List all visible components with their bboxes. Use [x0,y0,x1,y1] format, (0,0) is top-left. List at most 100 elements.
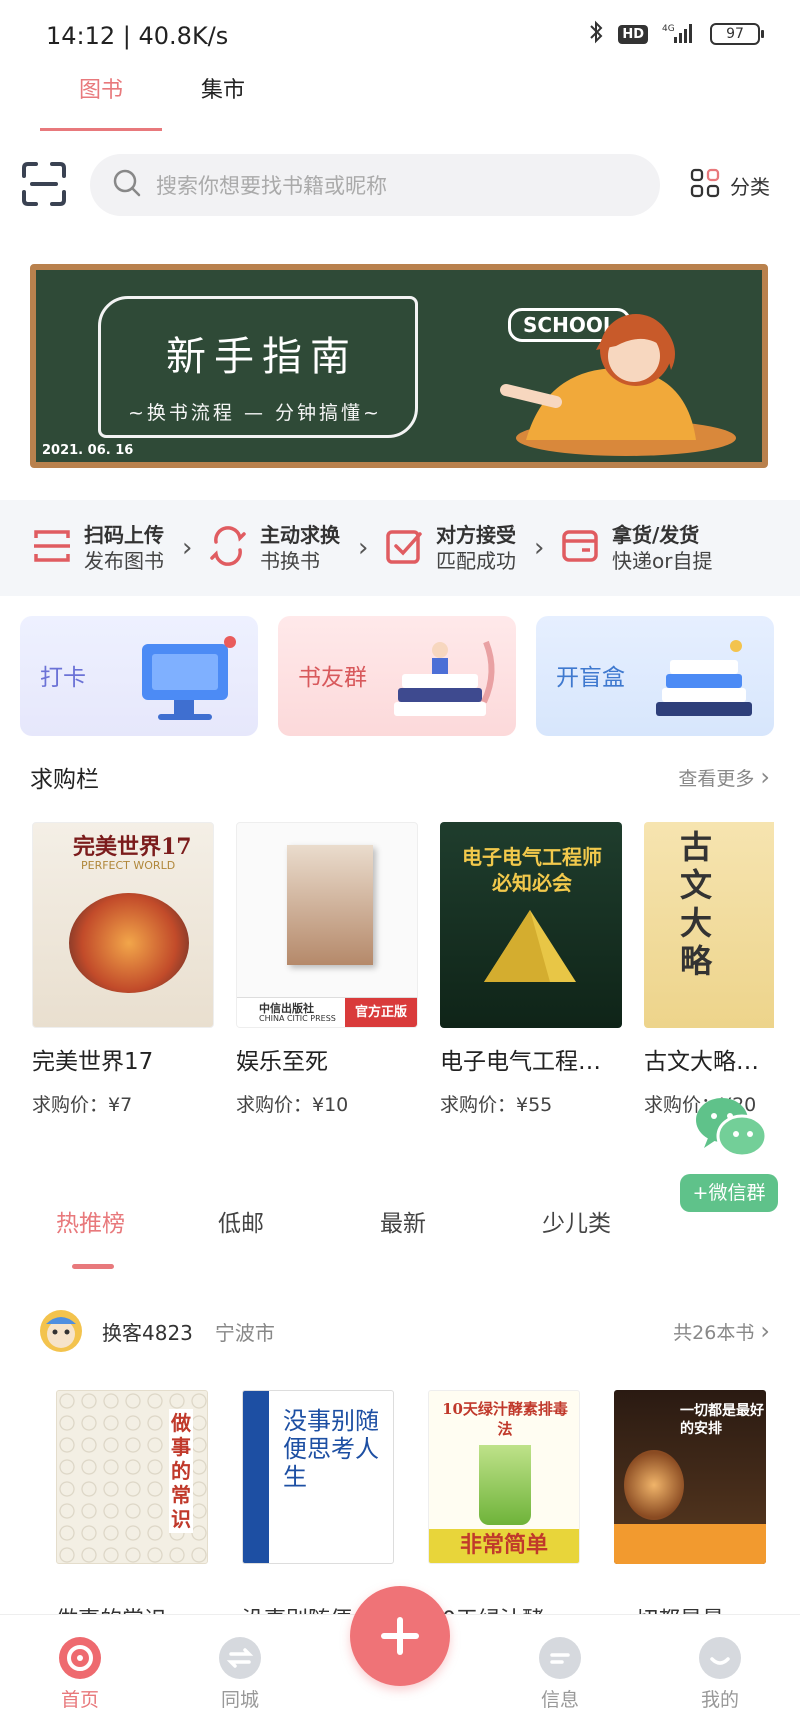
book-club-card[interactable]: 书友群 [278,616,516,736]
scan-icon[interactable] [20,160,68,208]
nav-profile[interactable]: 我的 [680,1637,760,1712]
book-cover[interactable]: 一切都是最好的安排 [614,1390,766,1564]
step-sub: 快递or自提 [612,549,713,573]
tab-newest[interactable]: 最新 [380,1204,542,1238]
cover-title: 没事别随便思考人生 [283,1407,379,1491]
book-cover[interactable]: 做事的常识 [56,1390,208,1564]
profile-icon [699,1637,741,1679]
wish-book-price: 求购价：¥10 [236,1094,349,1116]
user-row[interactable]: 换客4823 宁波市 共26本书 › [40,1310,770,1352]
cover-title: 完美世界17 [73,834,192,860]
wish-book-name: 完美世界17 [32,1049,154,1075]
scan-upload-icon [32,526,72,570]
blind-box-card[interactable]: 开盲盒 [536,616,774,736]
blind-box-illustration [656,640,752,716]
card-label: 打卡 [40,665,86,691]
step-sub: 书换书 [260,549,320,573]
battery-icon: 97 [710,23,764,45]
category-button[interactable]: 分类 [690,168,770,203]
wish-item[interactable]: 电子电气工程师必知必会 电子电气工程… 求购价：¥55 [440,822,622,1117]
cover-title: 做事的常识 [169,1409,193,1533]
tab-low-postage[interactable]: 低邮 [218,1204,380,1238]
wish-item[interactable]: 完美世界17 PERFECT WORLD 完美世界17 求购价：¥7 [32,822,214,1117]
book-count[interactable]: 共26本书 › [673,1317,770,1345]
step-delivery: 拿货/发货 快递or自提 [560,522,736,574]
see-more-link[interactable]: 查看更多 › [678,763,770,791]
tab-hot[interactable]: 热推榜 [56,1204,218,1238]
card-label: 书友群 [298,665,367,691]
banner-subtitle: ~换书流程 — 分钟搞懂~ [128,402,382,424]
book-cover[interactable]: 没事别随便思考人生 [242,1390,394,1564]
cover-spine [243,1391,269,1563]
wish-book-name: 电子电气工程… [440,1049,601,1075]
hd-badge: HD [618,24,648,44]
add-book-button[interactable] [350,1586,450,1686]
status-time: 14:12 | 40.8K/s [46,22,229,50]
bluetooth-icon [588,20,604,48]
cover-title: 电子电气工程师必知必会 [462,845,602,895]
step-sub: 匹配成功 [436,549,516,573]
step-title: 主动求换 [260,523,340,547]
cover-subtitle: PERFECT WORLD [81,859,176,872]
banner-date: 2021. 06. 16 [42,443,134,458]
book-list: 做事的常识 没事别随便思考人生 10天绿汁酵素排毒法 非常简单 一切都是最好的安… [56,1390,766,1564]
step-title: 扫码上传 [84,523,164,547]
book-cover: 古文大略 [644,822,774,1028]
nav-local[interactable]: 同城 [200,1637,280,1712]
nav-label: 信息 [540,1689,579,1711]
book-count-label: 共26本书 [673,1322,755,1344]
network-label: 4G [662,24,675,34]
card-label: 开盲盒 [556,665,625,691]
step-scan-upload: 扫码上传 发布图书 › [32,522,208,574]
wish-item[interactable]: 中信出版社 CHINA CITIC PRESS 官方正版 娱乐至死 求购价：¥1… [236,822,418,1117]
book-cover[interactable]: 10天绿汁酵素排毒法 非常简单 [428,1390,580,1564]
cover-art [479,1445,531,1525]
step-sub: 发布图书 [84,549,164,573]
guide-banner[interactable]: 新手指南 ~换书流程 — 分钟搞懂~ 2021. 06. 16 SCHOOL [30,264,768,468]
list-tabs: 热推榜 低邮 最新 少儿类 [56,1204,704,1238]
search-input[interactable]: 搜索你想要找书籍或昵称 [90,154,660,216]
user-city: 宁波市 [214,1320,275,1345]
avatar[interactable] [40,1310,82,1352]
top-tabs: 图书 集市 [40,72,284,131]
publisher-strip: 中信出版社 CHINA CITIC PRESS 官方正版 [237,997,417,1027]
nav-label: 同城 [220,1689,259,1711]
tab-books[interactable]: 图书 [40,72,162,131]
category-label: 分类 [730,175,770,199]
see-more-label: 查看更多 [678,768,755,790]
message-icon [539,1637,581,1679]
nav-home[interactable]: 首页 [40,1637,120,1712]
cover-banner: 非常简单 [429,1529,579,1563]
step-title: 对方接受 [436,523,516,547]
status-bar: 14:12 | 40.8K/s HD 4G 97 [0,0,800,70]
pyramid-art [484,910,576,982]
search-icon [112,168,142,202]
cover-title: 10天绿汁酵素排毒法 [442,1400,568,1438]
wechat-icon[interactable] [690,1092,770,1164]
publisher-name-en: CHINA CITIC PRESS [259,1014,336,1023]
banner-title: 新手指南 [166,334,358,380]
cover-title: 一切都是最好的安排 [680,1403,764,1437]
step-swap: 主动求换 书换书 › [208,522,384,574]
signal-icon: 4G [662,22,696,47]
step-accept: 对方接受 匹配成功 › [384,522,560,574]
wish-book-price: 求购价：¥7 [32,1094,133,1116]
user-name: 换客4823 [102,1320,193,1345]
wish-section-title: 求购栏 [30,767,99,793]
cover-art [624,1450,684,1520]
book-cover: 电子电气工程师必知必会 [440,822,622,1028]
nav-messages[interactable]: 信息 [520,1637,600,1712]
nav-label: 我的 [700,1689,739,1711]
book-cover: 中信出版社 CHINA CITIC PRESS 官方正版 [236,822,418,1028]
tab-children[interactable]: 少儿类 [542,1204,704,1238]
checkin-card[interactable]: 打卡 [20,616,258,736]
wish-section-header: 求购栏 查看更多 › [30,760,770,794]
teacher-illustration [500,314,736,456]
wish-item[interactable]: 古文大略 古文大略：读 求购价：¥20 [644,822,774,1117]
tab-market[interactable]: 集市 [162,72,284,131]
cover-art [287,845,373,965]
wish-book-name: 娱乐至死 [236,1049,328,1075]
swap-icon [208,526,248,570]
check-icon [384,526,424,570]
chevron-right-icon: › [760,763,770,791]
